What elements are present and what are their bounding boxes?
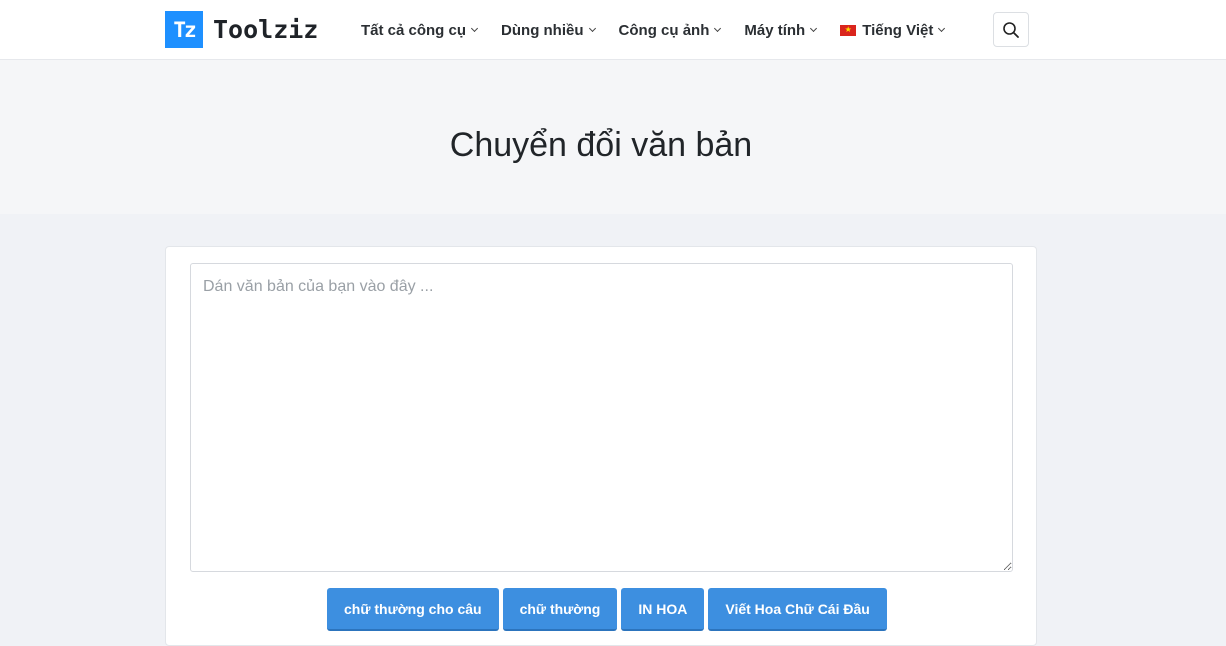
text-input[interactable]	[190, 263, 1013, 572]
nav-popular-label: Dùng nhiều	[501, 21, 584, 39]
page-hero: Chuyển đổi văn bản	[0, 60, 1226, 214]
nav-popular[interactable]: Dùng nhiều	[501, 21, 596, 39]
nav-image-tools[interactable]: Công cụ ảnh	[618, 21, 722, 39]
title-case-button[interactable]: Viết Hoa Chữ Cái Đầu	[708, 588, 887, 631]
nav-calculators[interactable]: Máy tính	[744, 21, 818, 39]
converter-card: chữ thường cho câu chữ thường IN HOA Viế…	[165, 246, 1037, 646]
lower-case-button[interactable]: chữ thường	[502, 588, 618, 631]
language-label: Tiếng Việt	[862, 21, 934, 39]
nav-calculators-label: Máy tính	[744, 21, 806, 39]
main-nav: Tất cả công cụ Dùng nhiều Công cụ ảnh Má…	[361, 0, 968, 60]
logo-text: Toolziz	[213, 15, 319, 44]
vietnam-flag-icon: ★	[840, 24, 857, 36]
chevron-down-icon	[714, 24, 722, 33]
sentence-case-button[interactable]: chữ thường cho câu	[327, 588, 499, 631]
site-logo[interactable]: Tz Toolziz	[165, 11, 318, 48]
chevron-down-icon	[938, 24, 946, 33]
nav-all-tools[interactable]: Tất cả công cụ	[361, 21, 479, 39]
convert-actions: chữ thường cho câu chữ thường IN HOA Viế…	[327, 588, 891, 631]
chevron-down-icon	[588, 24, 596, 33]
logo-mark: Tz	[165, 11, 203, 48]
page-title: Chuyển đổi văn bản	[449, 126, 753, 164]
chevron-down-icon	[470, 24, 479, 33]
language-selector[interactable]: ★ Tiếng Việt	[840, 21, 946, 39]
chevron-down-icon	[810, 24, 818, 33]
search-icon	[1003, 21, 1019, 38]
upper-case-button[interactable]: IN HOA	[621, 588, 705, 631]
top-navbar: Tz Toolziz Tất cả công cụ Dùng nhiều Côn…	[0, 0, 1226, 60]
search-button[interactable]	[993, 12, 1029, 47]
nav-image-tools-label: Công cụ ảnh	[618, 21, 710, 39]
nav-all-tools-label: Tất cả công cụ	[361, 21, 467, 39]
